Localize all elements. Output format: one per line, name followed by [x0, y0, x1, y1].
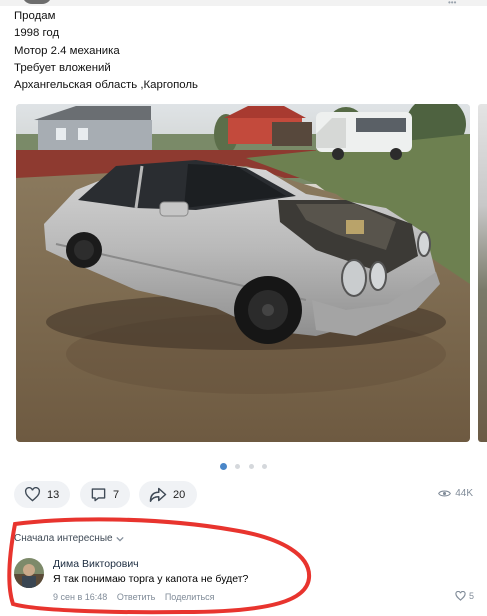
carousel-dot[interactable]	[262, 464, 268, 470]
comment-author[interactable]: Дима Викторович	[53, 558, 139, 570]
share-icon	[149, 487, 167, 502]
comments-count: 7	[113, 488, 120, 501]
post-line: Требует вложений	[14, 61, 111, 74]
carousel-dot-active[interactable]	[219, 463, 227, 471]
reply-button[interactable]: Ответить	[117, 592, 155, 602]
post-actions: 13 7 20 44K	[0, 481, 487, 509]
post-line: 1998 год	[14, 27, 60, 40]
carousel-dot[interactable]	[235, 464, 241, 470]
comment-share-button[interactable]: Поделиться	[165, 592, 215, 602]
eye-icon	[438, 490, 452, 497]
views-counter: 44K	[438, 488, 473, 499]
post-text: Продам 1998 год Мотор 2.4 механика Требу…	[14, 8, 474, 94]
carousel-dots	[0, 458, 487, 471]
post-line: Мотор 2.4 механика	[14, 44, 120, 57]
comment-time: 9 сен в 16:48	[53, 592, 108, 602]
author-avatar[interactable]	[22, 0, 52, 4]
likes-count: 13	[47, 488, 60, 501]
views-count: 44K	[455, 488, 473, 499]
post-photo[interactable]	[16, 104, 470, 442]
post-line: Архангельская область ,Каргополь	[14, 79, 198, 92]
commenter-avatar[interactable]	[14, 558, 44, 588]
more-icon[interactable]: •••	[448, 0, 456, 7]
share-button[interactable]: 20	[139, 481, 197, 508]
comments-sort-dropdown[interactable]: Сначала интересные	[14, 533, 124, 544]
comments-sort-label: Сначала интересные	[14, 533, 113, 544]
post-line: Продам	[14, 10, 56, 22]
like-button[interactable]: 13	[14, 481, 70, 508]
comment-text: Я так понимаю торга у капота не будет?	[53, 573, 249, 585]
carousel-dot[interactable]	[248, 464, 254, 470]
heart-icon	[24, 487, 41, 502]
shares-count: 20	[173, 488, 186, 501]
comment-meta: 9 сен в 16:48 Ответить Поделиться	[53, 592, 222, 602]
comment-icon	[91, 488, 106, 502]
car-photo-illustration	[16, 104, 470, 442]
comment-button[interactable]: 7	[80, 481, 130, 508]
chevron-down-icon	[115, 536, 124, 541]
post-header-crop: •••	[0, 0, 487, 7]
next-photo-preview[interactable]	[478, 104, 487, 442]
